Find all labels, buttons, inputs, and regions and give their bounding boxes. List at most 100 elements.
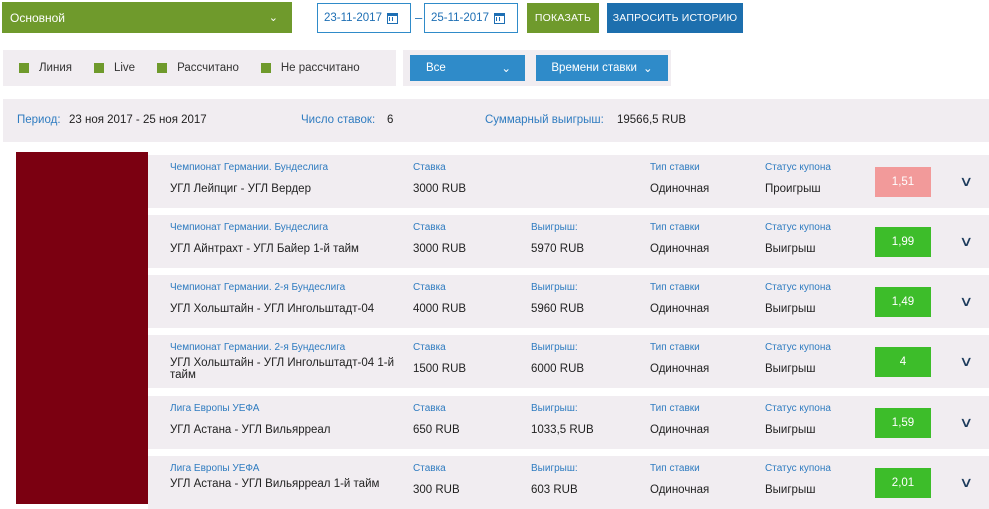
coupon-status-value: Выигрыш [765, 303, 816, 315]
coupon-status-value: Выигрыш [765, 363, 816, 375]
bet-row[interactable]: Чемпионат Германии. Бундеслига УГЛ Лейпци… [148, 155, 989, 208]
odds-badge: 1,99 [875, 227, 931, 257]
stake-value: 650 RUB [413, 424, 460, 436]
summary-bar: Период: 23 ноя 2017 - 25 ноя 2017 Число … [3, 99, 989, 142]
bet-count-value: 6 [387, 114, 394, 126]
stake-label: Ставка [413, 222, 446, 233]
coupon-status-label: Статус купона [765, 463, 831, 474]
win-value: 603 RUB [531, 484, 578, 496]
chevron-down-icon: ⌄ [268, 12, 278, 24]
total-win-label: Суммарный выигрыш: [485, 114, 604, 126]
coupon-status-value: Выигрыш [765, 243, 816, 255]
coupon-status-label: Статус купона [765, 162, 831, 173]
chevron-down-icon[interactable]: ∨ [959, 233, 973, 250]
bet-type-dropdown[interactable]: Все ⌄ [410, 55, 525, 81]
bet-league: Лига Европы УЕФА [170, 403, 260, 414]
bet-match: УГЛ Лейпциг - УГЛ Вердер [170, 183, 311, 195]
stake-label: Ставка [413, 162, 446, 173]
win-label: Выигрыш: [531, 282, 578, 293]
stake-label: Ставка [413, 342, 446, 353]
request-history-button[interactable]: ЗАПРОСИТЬ ИСТОРИЮ [607, 3, 743, 33]
odds-badge: 1,51 [875, 167, 931, 197]
bet-type-value: Одиночная [650, 183, 710, 195]
win-label: Выигрыш: [531, 463, 578, 474]
event-image-placeholder [16, 152, 148, 504]
bet-match: УГЛ Астана - УГЛ Вильярреал [170, 424, 331, 436]
stake-label: Ставка [413, 403, 446, 414]
win-value: 5960 RUB [531, 303, 585, 315]
total-win-value: 19566,5 RUB [617, 114, 687, 126]
coupon-status-label: Статус купона [765, 403, 831, 414]
calendar-icon[interactable] [386, 12, 398, 24]
bet-row[interactable]: Лига Европы УЕФА УГЛ Астана - УГЛ Вильярр… [148, 456, 989, 509]
win-label: Выигрыш: [531, 222, 578, 233]
odds-badge: 2,01 [875, 468, 931, 498]
bet-type-label: Тип ставки [650, 342, 700, 353]
show-button[interactable]: ПОКАЗАТЬ [527, 3, 599, 33]
legend-item-unsettled[interactable]: Не рассчитано [260, 62, 360, 74]
win-label: Выигрыш: [531, 403, 578, 414]
bet-row[interactable]: Чемпионат Германии. 2-я Бундеслига УГЛ Хо… [148, 275, 989, 328]
coupon-status-value: Выигрыш [765, 484, 816, 496]
stake-value: 3000 RUB [413, 183, 467, 195]
sort-dropdown-value: Времени ставки [551, 62, 637, 74]
sort-dropdown[interactable]: Времени ставки ⌄ [536, 55, 668, 81]
legend-square-icon [157, 63, 168, 73]
stake-value: 300 RUB [413, 484, 460, 496]
bet-match: УГЛ Астана - УГЛ Вильярреал 1-й тайм [170, 478, 380, 490]
legend-square-icon [260, 63, 271, 73]
odds-badge: 1,49 [875, 287, 931, 317]
win-value: 5970 RUB [531, 243, 585, 255]
legend-item-line[interactable]: Линия [19, 62, 72, 74]
bet-row[interactable]: Чемпионат Германии. 2-я Бундеслига УГЛ Хо… [148, 335, 989, 388]
chevron-down-icon[interactable]: ∨ [959, 474, 973, 491]
period-label: Период: [17, 114, 61, 126]
bet-type-label: Тип ставки [650, 403, 700, 414]
chevron-down-icon[interactable]: ∨ [959, 414, 973, 431]
win-value: 6000 RUB [531, 363, 585, 375]
bet-type-value: Одиночная [650, 243, 710, 255]
account-select[interactable]: Основной ⌄ [2, 2, 292, 33]
period-value: 23 ноя 2017 - 25 ноя 2017 [69, 114, 207, 126]
bet-type-label: Тип ставки [650, 162, 700, 173]
chevron-down-icon[interactable]: ∨ [959, 353, 973, 370]
bet-league: Лига Европы УЕФА [170, 463, 260, 474]
legend-square-icon [19, 63, 29, 73]
coupon-status-label: Статус купона [765, 342, 831, 353]
coupon-status-label: Статус купона [765, 222, 831, 233]
bet-type-label: Тип ставки [650, 463, 700, 474]
date-from-field[interactable]: 23-11-2017 [317, 3, 411, 33]
bet-match: УГЛ Хольштайн - УГЛ Ингольштадт-04 1-й т… [170, 357, 395, 381]
legend-item-settled[interactable]: Рассчитано [157, 62, 239, 74]
calendar-icon[interactable] [493, 12, 505, 24]
bet-legend: Линия Live Рассчитано Не рассчитано [3, 50, 396, 86]
bet-type-dropdown-value: Все [426, 62, 446, 74]
date-range-dash: – [415, 10, 423, 25]
legend-item-live[interactable]: Live [93, 62, 135, 74]
coupon-status-label: Статус купона [765, 282, 831, 293]
odds-badge: 1,59 [875, 408, 931, 438]
legend-square-icon [93, 63, 104, 73]
stake-value: 3000 RUB [413, 243, 467, 255]
chevron-down-icon[interactable]: ∨ [959, 173, 973, 190]
account-select-value: Основной [10, 10, 66, 25]
odds-badge: 4 [875, 347, 931, 377]
bet-type-label: Тип ставки [650, 282, 700, 293]
stake-label: Ставка [413, 282, 446, 293]
bet-type-value: Одиночная [650, 424, 710, 436]
bet-row[interactable]: Лига Европы УЕФА УГЛ Астана - УГЛ Вильярр… [148, 396, 989, 449]
chevron-down-icon[interactable]: ∨ [959, 293, 973, 310]
bet-match: УГЛ Айнтрахт - УГЛ Байер 1-й тайм [170, 243, 359, 255]
bet-row[interactable]: Чемпионат Германии. Бундеслига УГЛ Айнтра… [148, 215, 989, 268]
bet-league: Чемпионат Германии. 2-я Бундеслига [170, 342, 346, 353]
bet-count-label: Число ставок: [301, 114, 376, 126]
stake-label: Ставка [413, 463, 446, 474]
bet-type-value: Одиночная [650, 303, 710, 315]
bet-type-label: Тип ставки [650, 222, 700, 233]
win-label: Выигрыш: [531, 342, 578, 353]
date-to-field[interactable]: 25-11-2017 [424, 3, 518, 33]
coupon-status-value: Проигрыш [765, 183, 821, 195]
bet-league: Чемпионат Германии. Бундеслига [170, 222, 329, 233]
date-to-value: 25-11-2017 [431, 12, 489, 24]
stake-value: 4000 RUB [413, 303, 467, 315]
